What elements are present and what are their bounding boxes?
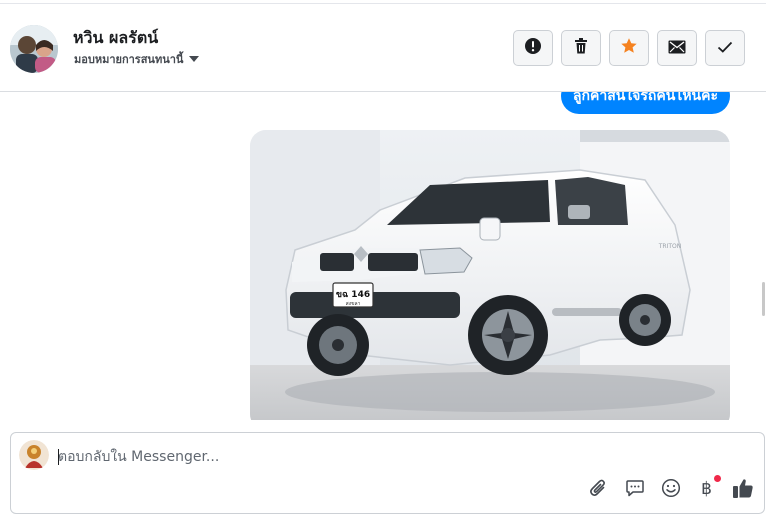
conversation-actions — [513, 30, 745, 66]
reply-input[interactable] — [58, 445, 658, 469]
thread-scrollbar[interactable] — [762, 282, 765, 316]
car-photo-attachment[interactable]: ขฉ 146 สงขลา TRITON — [250, 130, 730, 420]
baht-payment-icon: ฿ — [701, 479, 712, 499]
emoji-button[interactable] — [659, 478, 682, 501]
emoji-icon — [661, 478, 681, 502]
checkmark-icon — [717, 39, 733, 58]
outgoing-message-bubble[interactable]: ลูกค้าสนใจรถคันไหนคะ — [560, 92, 730, 114]
payment-button[interactable]: ฿ — [695, 475, 721, 501]
page-avatar — [19, 440, 49, 470]
contact-avatar[interactable] — [10, 25, 58, 73]
reply-composer: ฿ — [10, 432, 765, 514]
chevron-down-icon — [189, 56, 200, 62]
message-thread[interactable]: ลูกค้าสนใจรถคันไหนคะ ขฉ 146 สงขลา TRITON — [0, 92, 766, 420]
saved-replies-button[interactable] — [623, 478, 646, 501]
license-plate-province: สงขลา — [346, 301, 361, 307]
license-plate-number: ขฉ 146 — [336, 290, 370, 300]
assign-conversation-dropdown[interactable]: มอบหมายการสนทนานี้ — [74, 50, 200, 68]
star-button[interactable] — [609, 30, 649, 66]
envelope-icon — [668, 39, 686, 58]
thumbs-up-icon — [732, 477, 754, 503]
assign-label: มอบหมายการสนทนานี้ — [74, 53, 184, 66]
delete-button[interactable] — [561, 30, 601, 66]
mark-spam-button[interactable] — [513, 30, 553, 66]
mark-done-button[interactable] — [705, 30, 745, 66]
star-icon — [620, 37, 638, 59]
notification-dot — [714, 475, 721, 482]
paperclip-icon — [589, 478, 609, 502]
saved-reply-icon — [625, 478, 645, 502]
contact-name[interactable]: หวิน ผลรัตน์ — [73, 26, 158, 51]
like-button[interactable] — [731, 478, 754, 501]
conversation-header: หวิน ผลรัตน์ มอบหมายการสนทนานี้ — [0, 4, 766, 92]
attach-file-button[interactable] — [587, 478, 610, 501]
vehicle-badge: TRITON — [658, 243, 681, 250]
trash-icon — [572, 37, 590, 59]
text-cursor — [58, 449, 59, 465]
composer-tools: ฿ — [587, 475, 754, 501]
mark-unread-button[interactable] — [657, 30, 697, 66]
exclamation-circle-icon — [524, 37, 542, 59]
